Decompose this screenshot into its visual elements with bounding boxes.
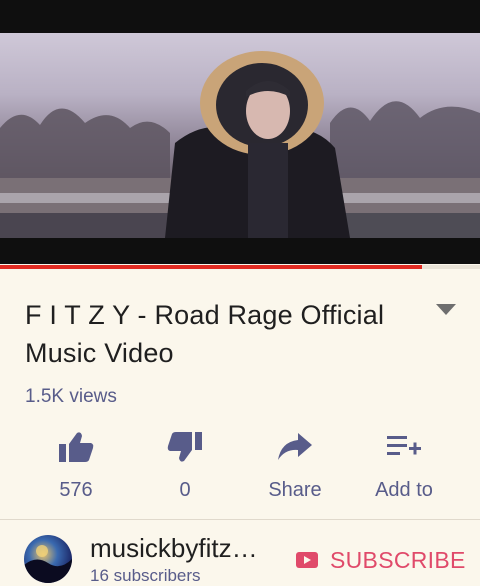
dislike-count: 0 bbox=[179, 479, 191, 501]
expand-description-button[interactable] bbox=[432, 300, 460, 320]
thumbs-up-icon bbox=[56, 427, 96, 467]
avatar-image bbox=[24, 545, 72, 583]
channel-name[interactable]: musickbyfitz… bbox=[90, 533, 275, 564]
playlist-add-icon bbox=[384, 427, 424, 467]
add-to-playlist-button[interactable]: Add to bbox=[354, 425, 454, 505]
video-thumbnail-scene bbox=[0, 51, 480, 238]
share-label: Share bbox=[268, 479, 322, 501]
subscribe-button[interactable]: SUBSCRIBE bbox=[296, 545, 466, 575]
dislike-button[interactable]: 0 bbox=[135, 425, 235, 505]
share-icon bbox=[275, 427, 315, 467]
video-frame[interactable] bbox=[0, 33, 480, 238]
video-title: F I T Z Y - Road Rage Official Music Vid… bbox=[25, 296, 420, 372]
progress-fill bbox=[0, 265, 423, 269]
add-to-label: Add to bbox=[375, 479, 433, 501]
action-bar: 576 0 Share Add to bbox=[0, 425, 480, 505]
chevron-down-icon bbox=[436, 304, 456, 315]
video-player[interactable] bbox=[0, 0, 480, 269]
video-title-artist: F I T Z Y bbox=[25, 300, 130, 330]
like-count: 576 bbox=[59, 479, 93, 501]
subscribe-label: SUBSCRIBE bbox=[330, 546, 466, 573]
youtube-play-icon bbox=[296, 552, 318, 568]
like-button[interactable]: 576 bbox=[26, 425, 126, 505]
divider bbox=[0, 519, 480, 520]
channel-avatar[interactable] bbox=[24, 535, 72, 583]
progress-bar[interactable] bbox=[0, 265, 480, 269]
subscriber-count: 16 subscribers bbox=[90, 566, 201, 585]
view-count: 1.5K views bbox=[25, 386, 117, 407]
share-button[interactable]: Share bbox=[245, 425, 345, 505]
thumbs-down-icon bbox=[165, 427, 205, 467]
